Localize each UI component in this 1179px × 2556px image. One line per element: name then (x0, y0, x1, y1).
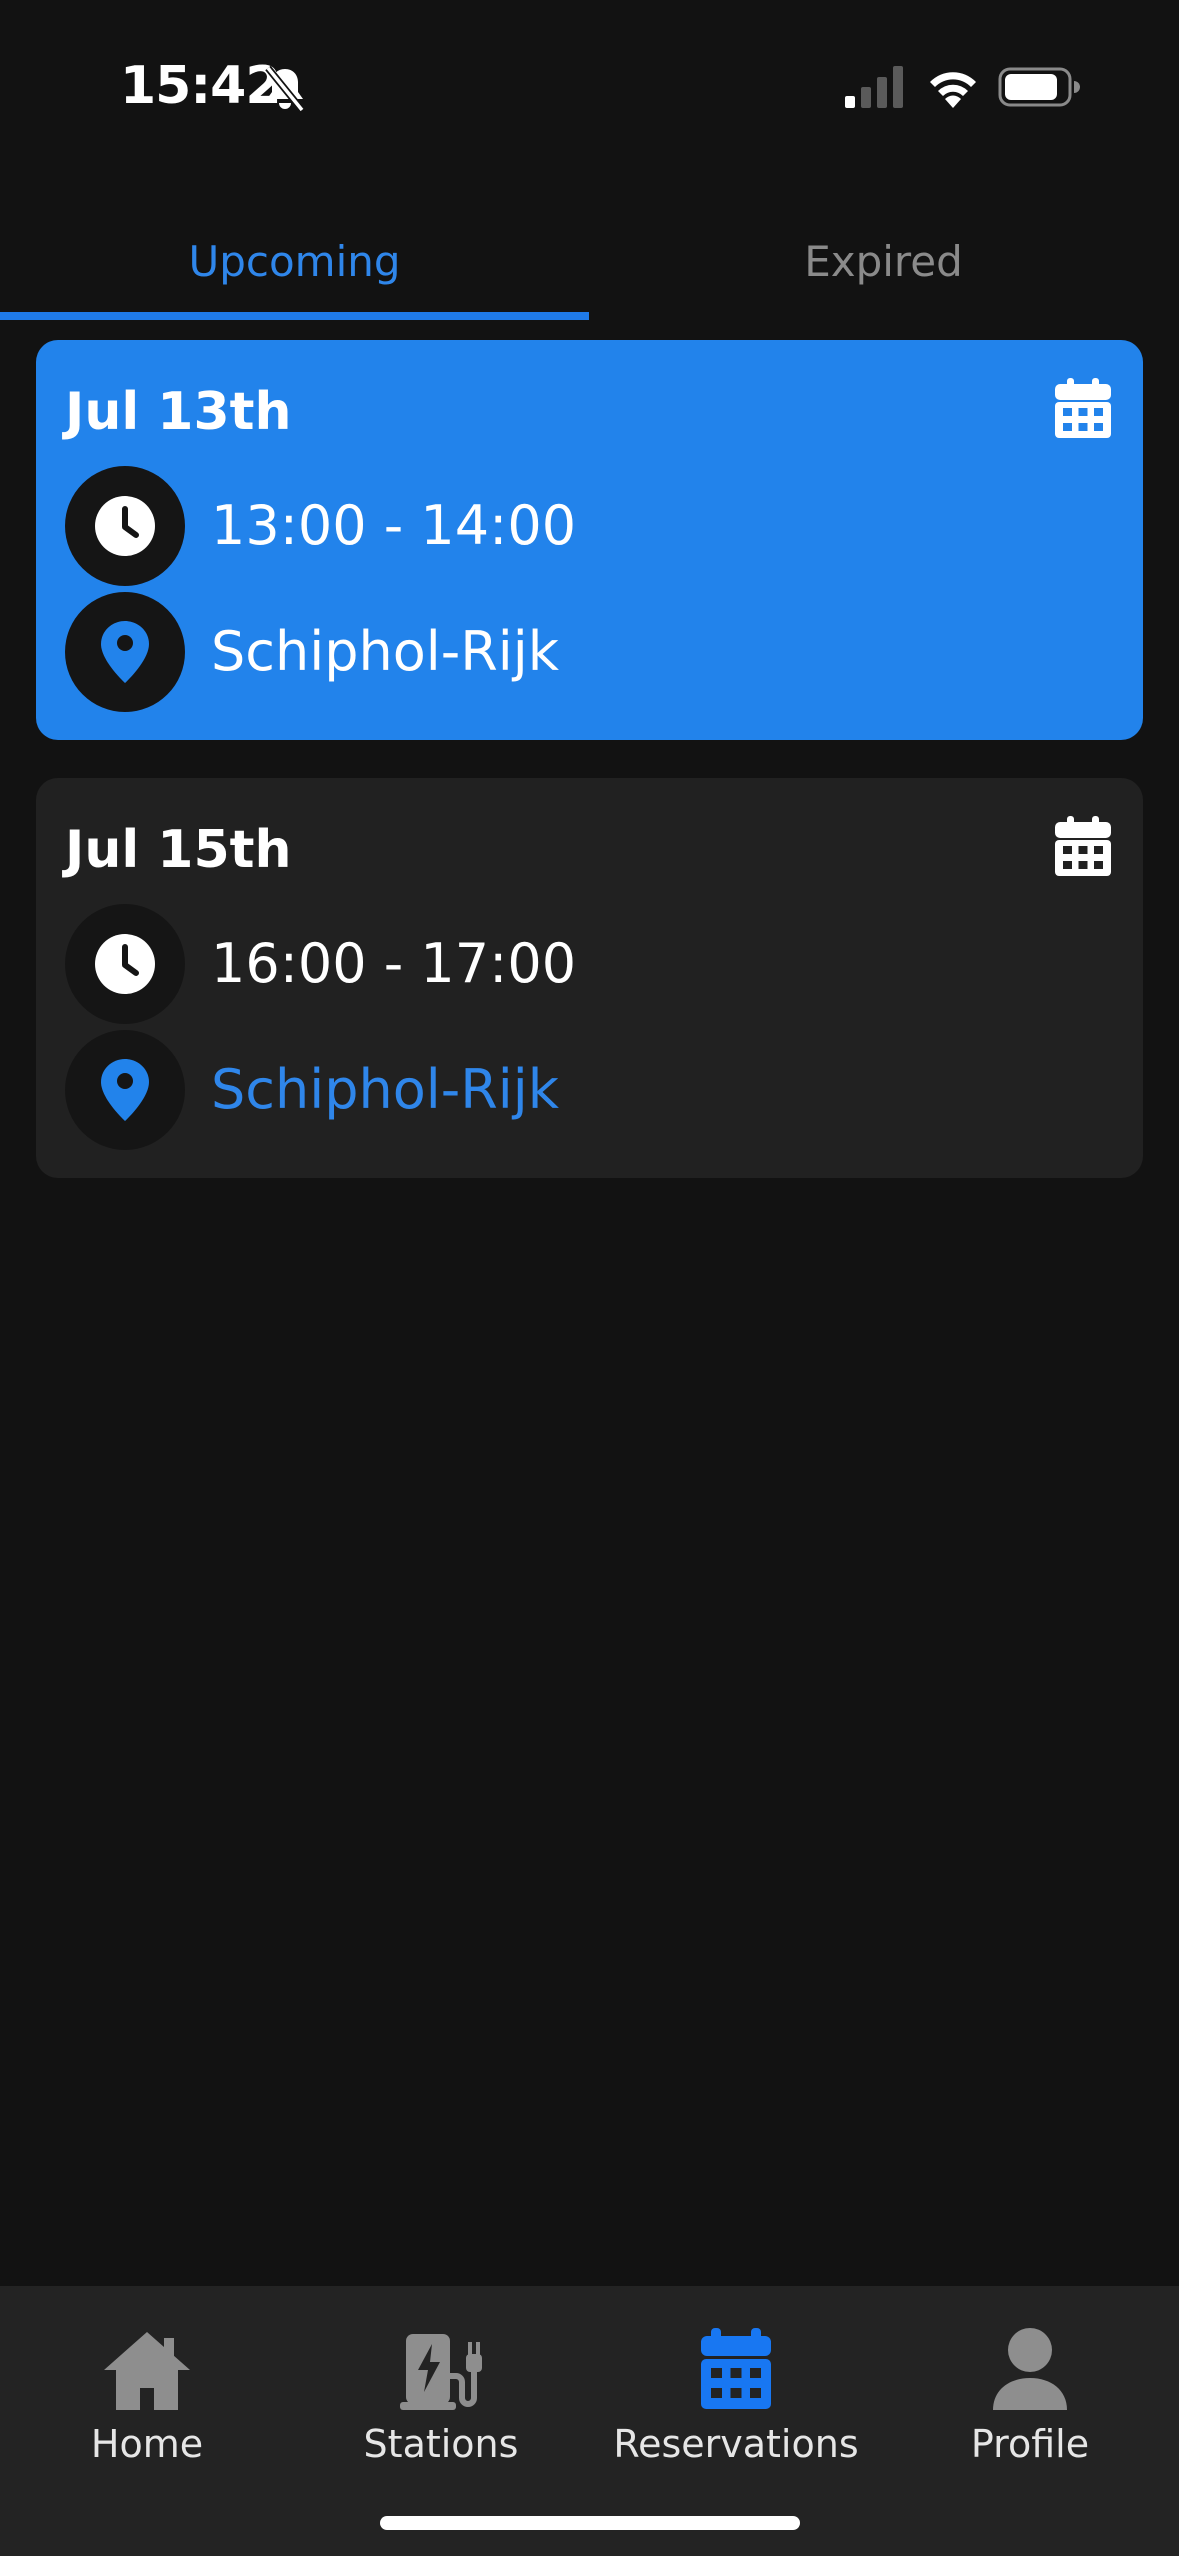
map-pin-icon (101, 1059, 149, 1121)
nav-item-home[interactable]: Home (0, 2286, 294, 2486)
nav-label-profile: Profile (970, 2422, 1090, 2466)
calendar-icon (701, 2328, 771, 2409)
nav-label-reservations: Reservations (613, 2422, 859, 2466)
status-time: 15:42 (120, 56, 282, 116)
clock-icon-circle (65, 466, 185, 586)
map-pin-icon (101, 621, 149, 683)
nav-label-home: Home (90, 2422, 204, 2466)
nav-label-stations: Stations (363, 2422, 519, 2466)
clock-icon-circle (65, 904, 185, 1024)
reservation-time-row: 16:00 - 17:00 (65, 904, 965, 1024)
charging-station-icon (400, 2334, 482, 2410)
active-tab-indicator (0, 312, 589, 320)
nav-item-profile[interactable]: Profile (883, 2286, 1177, 2486)
location-icon-circle (65, 592, 185, 712)
tab-expired[interactable]: Expired (589, 200, 1178, 322)
tab-upcoming[interactable]: Upcoming (0, 200, 589, 322)
location-icon-circle (65, 1030, 185, 1150)
reservation-tabs: Upcoming Expired (0, 200, 1179, 322)
bell-slash-icon (265, 65, 305, 113)
reservation-card[interactable]: Jul 13th 13:00 - 14:00 Schiphol-Rijk (36, 340, 1143, 740)
reservation-location-row: Schiphol-Rijk (65, 1030, 965, 1150)
home-indicator[interactable] (380, 2516, 800, 2530)
reservation-time-row: 13:00 - 14:00 (65, 466, 965, 586)
reservation-card[interactable]: Jul 15th 16:00 - 17:00 Schiphol-Rijk (36, 778, 1143, 1178)
reservation-time: 16:00 - 17:00 (211, 932, 577, 995)
clock-icon (95, 934, 155, 994)
reservation-location[interactable]: Schiphol-Rijk (211, 1030, 559, 1150)
reservation-location-row: Schiphol-Rijk (65, 592, 965, 712)
reservation-date: Jul 13th (65, 382, 292, 442)
wifi-icon (930, 72, 976, 108)
user-icon (993, 2328, 1067, 2410)
home-icon (104, 2332, 190, 2410)
reservation-date: Jul 15th (65, 820, 292, 880)
battery-icon (998, 67, 1080, 107)
reservation-location[interactable]: Schiphol-Rijk (211, 592, 559, 712)
status-bar: 15:42 (0, 0, 1179, 170)
reservation-time: 13:00 - 14:00 (211, 494, 577, 557)
clock-icon (95, 496, 155, 556)
calendar-icon[interactable] (1055, 378, 1111, 438)
cellular-signal-icon (845, 66, 903, 108)
calendar-icon[interactable] (1055, 816, 1111, 876)
nav-item-reservations[interactable]: Reservations (589, 2286, 883, 2486)
nav-item-stations[interactable]: Stations (294, 2286, 588, 2486)
